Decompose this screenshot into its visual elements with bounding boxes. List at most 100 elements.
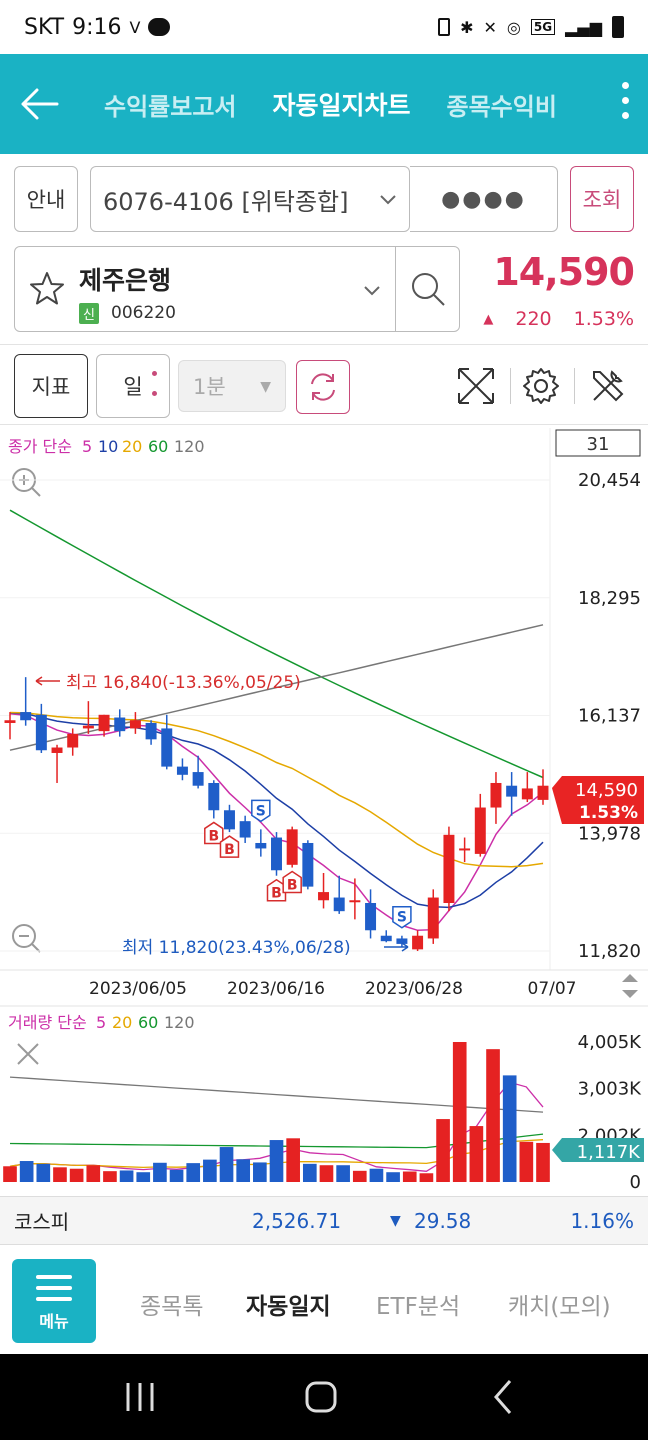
candle-body [223, 810, 235, 830]
ma-legend-5: 5 [82, 437, 92, 456]
candle-body [239, 821, 251, 838]
candle-body [98, 714, 110, 732]
indicator-button[interactable]: 지표 [14, 354, 88, 418]
price-chart[interactable]: 종가 단순 5 10 20 60 120 31 20,454 18,295 16,1… [0, 428, 648, 1208]
period-button[interactable]: 일 [96, 354, 170, 418]
low-marker-arrow [384, 942, 409, 952]
recent-apps-icon[interactable] [120, 1377, 160, 1417]
volume-bar [236, 1159, 251, 1182]
password-field[interactable]: ●●●● [410, 166, 558, 232]
candle-body [67, 733, 79, 748]
buy-signal-label: B [224, 842, 235, 858]
volume-bar [253, 1162, 267, 1182]
zoom-in-icon[interactable] [12, 468, 41, 497]
menu-label: 메뉴 [39, 1312, 69, 1331]
candle-body [318, 892, 330, 901]
price-axis-tick: 20,454 [578, 470, 641, 491]
high-annotation: 최고 16,840(-13.36%,05/25) [66, 673, 301, 693]
sell-signal-label: S [256, 803, 266, 819]
buy-signal-label: B [208, 828, 219, 844]
vol-legend-120: 120 [164, 1013, 195, 1032]
toolbar-divider [574, 368, 575, 404]
candle-body [412, 935, 424, 950]
vol-legend-60: 60 [138, 1013, 158, 1032]
back-button[interactable] [0, 54, 78, 154]
price-axis-panel [550, 428, 648, 970]
tab-stock-profit[interactable]: 종목수익비 [447, 87, 557, 122]
stock-code: 006220 [111, 303, 176, 323]
candle-body [506, 785, 518, 797]
kospi-change-pct: 1.16% [570, 1208, 634, 1233]
info-button[interactable]: 안내 [14, 166, 78, 232]
hamburger-icon [12, 1259, 96, 1301]
volume-bar [19, 1161, 34, 1182]
price-axis-tick: 11,820 [578, 941, 641, 962]
system-back-icon[interactable] [484, 1377, 524, 1417]
price-axis-tick: 18,295 [578, 588, 641, 609]
bottom-item-auto-journal[interactable]: 자동일지 [246, 1287, 331, 1321]
hotspot-icon: ◎ [506, 17, 521, 37]
query-button[interactable]: 조회 [570, 166, 634, 232]
account-select[interactable]: 6076-4106 [위탁종합] [90, 166, 410, 232]
carrier-text: SKT [24, 14, 65, 40]
candle-body [302, 842, 314, 887]
candle-body [349, 900, 361, 903]
vol-legend-20: 20 [112, 1013, 132, 1032]
close-volume-icon[interactable] [17, 1043, 39, 1065]
volume-bar [419, 1173, 434, 1182]
last-price-tag-pct: 1.53% [579, 803, 638, 823]
buy-signal-label: B [287, 878, 298, 894]
more-dot-icon [621, 112, 629, 119]
candle-body [20, 712, 32, 721]
tab-profit-report[interactable]: 수익률보고서 [104, 87, 236, 122]
ma-legend-prefix: 종가 단순 [8, 437, 72, 456]
tab-auto-journal-chart[interactable]: 자동일지차트 [272, 86, 410, 122]
candle-body [474, 807, 486, 854]
clock-text: 9:16 [72, 14, 122, 40]
volume-bar [53, 1167, 67, 1182]
date-tick: 2023/06/05 [89, 979, 187, 999]
last-price-tag-value: 14,590 [575, 780, 638, 801]
ma-legend-120: 120 [174, 437, 205, 456]
stock-search-button[interactable] [395, 247, 459, 331]
volume-bar [36, 1163, 51, 1182]
stock-selector[interactable]: 제주은행 신 006220 [14, 246, 460, 332]
account-number-text: 6076-4106 [위탁종합] [103, 187, 349, 216]
volume-bar [352, 1170, 367, 1182]
zoom-out-icon[interactable] [12, 924, 41, 953]
ma-legend-10: 10 [98, 437, 118, 456]
nav-tabs: 수익률보고서 자동일지차트 종목수익비 [78, 86, 588, 122]
candle-body [145, 722, 157, 740]
bottom-item-etf-analysis[interactable]: ETF분석 [376, 1287, 460, 1321]
back-arrow-icon [21, 88, 59, 120]
top-navigation: 수익률보고서 자동일지차트 종목수익비 [0, 54, 648, 154]
bottom-item-catch[interactable]: 캐치(모의) [508, 1287, 611, 1321]
candle-body [427, 897, 439, 939]
bottom-item-stock-talk[interactable]: 종목톡 [140, 1287, 203, 1321]
volume-bar [69, 1168, 84, 1182]
volume-bar [502, 1075, 517, 1182]
interval-select[interactable]: 1분 ▼ [178, 360, 286, 412]
volume-axis-tick: 3,003K [578, 1079, 643, 1100]
volume-bar [486, 1049, 500, 1182]
settings-gear-icon[interactable] [521, 366, 561, 406]
refresh-button[interactable] [296, 360, 350, 414]
star-icon[interactable] [27, 269, 67, 309]
fullscreen-icon[interactable] [456, 366, 496, 406]
kospi-ticker[interactable]: 코스피 2,526.71 ▼ 29.58 1.16% [0, 1196, 648, 1244]
bluetooth-icon: ✱ [460, 17, 474, 37]
divider [0, 344, 648, 345]
candle-body [4, 720, 16, 723]
candle-body [82, 725, 94, 729]
up-arrow-icon: ▲ [483, 311, 494, 327]
main-menu-button[interactable]: 메뉴 [12, 1259, 96, 1343]
volume-bar [103, 1171, 117, 1182]
more-menu-button[interactable] [616, 82, 634, 126]
volume-axis-tick: 0 [630, 1172, 641, 1193]
volume-bar [369, 1168, 384, 1182]
candle-body [114, 717, 126, 732]
tools-icon[interactable] [588, 366, 628, 406]
home-icon[interactable] [301, 1377, 341, 1417]
more-dot-icon [621, 82, 629, 89]
candle-body [537, 785, 549, 800]
